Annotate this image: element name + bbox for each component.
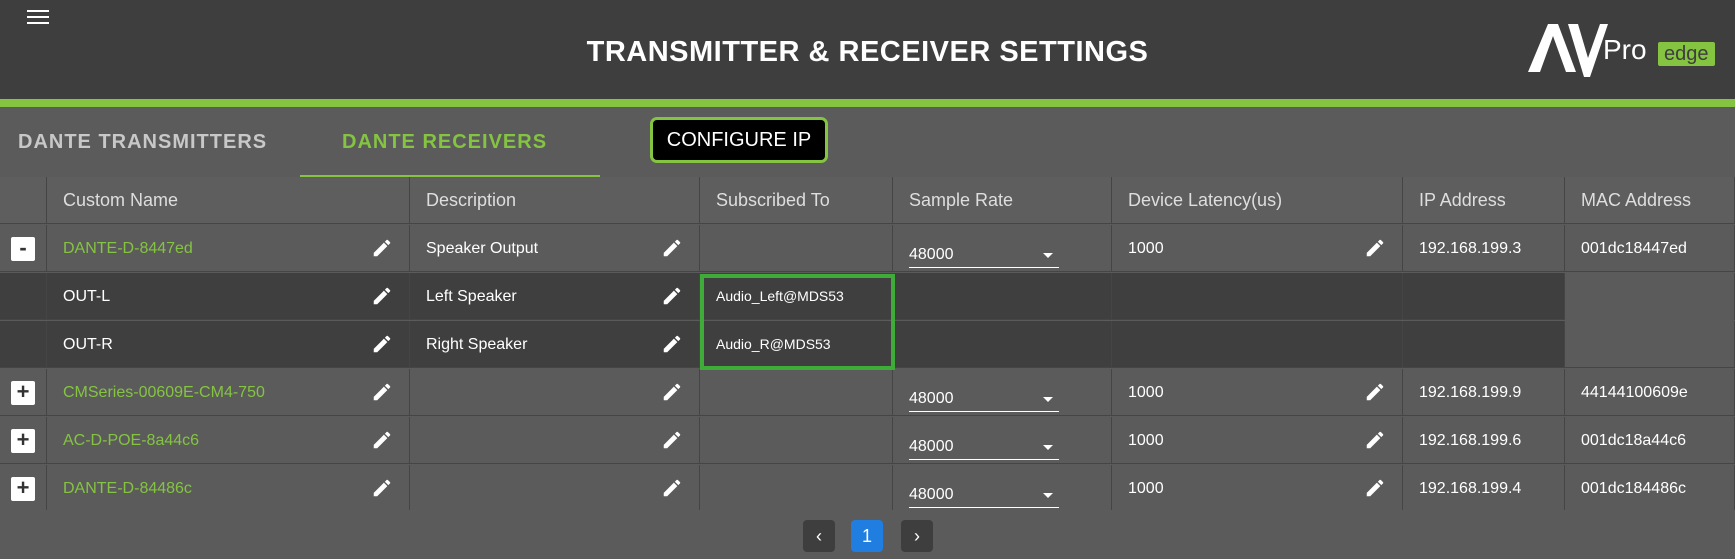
- device-custom-name: AC-D-POE-8a44c6: [63, 432, 200, 449]
- channel-subscribed-to: Audio_R@MDS53: [716, 336, 831, 352]
- collapse-row-button[interactable]: -: [11, 237, 35, 261]
- chevron-down-icon: [1043, 253, 1053, 258]
- tab-dante-receivers[interactable]: DANTE RECEIVERS: [300, 107, 600, 177]
- channel-subscription-cell[interactable]: Audio_R@MDS53: [700, 321, 893, 368]
- chevron-down-icon: [1043, 493, 1053, 498]
- column-header-mac-address: MAC Address: [1565, 177, 1735, 224]
- chevron-down-icon: [1043, 397, 1053, 402]
- device-latency: 1000: [1128, 480, 1164, 497]
- edit-pencil-icon[interactable]: [1364, 237, 1386, 259]
- page-1-button[interactable]: 1: [851, 520, 883, 552]
- column-header-description: Description: [410, 177, 700, 224]
- device-latency: 1000: [1128, 432, 1164, 449]
- table-row: + AC-D-POE-8a44c6 48000 1000 192.168.199…: [0, 417, 1735, 465]
- edit-pencil-icon[interactable]: [371, 477, 393, 499]
- expand-row-button[interactable]: +: [11, 429, 35, 453]
- column-header-custom-name: Custom Name: [47, 177, 410, 224]
- edit-pencil-icon[interactable]: [371, 333, 393, 355]
- app-header: TRANSMITTER & RECEIVER SETTINGS Pro edge: [0, 0, 1735, 99]
- sample-rate-select[interactable]: 48000: [909, 435, 1059, 460]
- device-subscribed-to: [700, 417, 893, 464]
- edit-pencil-icon[interactable]: [371, 381, 393, 403]
- edit-pencil-icon[interactable]: [661, 333, 683, 355]
- configure-ip-button[interactable]: CONFIGURE IP: [650, 117, 828, 163]
- next-page-button[interactable]: ›: [901, 520, 933, 552]
- device-subscribed-to: [700, 369, 893, 416]
- device-mac-address: 001dc18447ed: [1581, 240, 1687, 257]
- pagination: ‹ 1 ›: [0, 510, 1735, 559]
- edit-pencil-icon[interactable]: [661, 237, 683, 259]
- edit-pencil-icon[interactable]: [661, 381, 683, 403]
- device-mac-address: 001dc18a44c6: [1581, 432, 1686, 449]
- column-header-sample-rate: Sample Rate: [893, 177, 1112, 224]
- device-description: Speaker Output: [426, 240, 539, 257]
- device-subscribed-to: [700, 225, 893, 272]
- device-mac-address: 44144100609e: [1581, 384, 1688, 401]
- edit-pencil-icon[interactable]: [661, 429, 683, 451]
- device-custom-name: CMSeries-00609E-CM4-750: [63, 384, 265, 401]
- chevron-down-icon: [1043, 445, 1053, 450]
- edit-pencil-icon[interactable]: [1364, 429, 1386, 451]
- edit-pencil-icon[interactable]: [661, 477, 683, 499]
- expand-row-button[interactable]: +: [11, 381, 35, 405]
- sample-rate-select[interactable]: 48000: [909, 387, 1059, 412]
- channel-subscribed-to: Audio_Left@MDS53: [716, 288, 844, 304]
- avpro-edge-logo: Pro edge: [1528, 22, 1718, 84]
- column-header-subscribed-to: Subscribed To: [700, 177, 893, 224]
- sample-rate-select[interactable]: 48000: [909, 243, 1059, 268]
- column-header-ip-address: IP Address: [1403, 177, 1565, 224]
- edit-pencil-icon[interactable]: [371, 285, 393, 307]
- table-row: + CMSeries-00609E-CM4-750 48000 1000 192…: [0, 369, 1735, 417]
- device-ip-address: 192.168.199.6: [1419, 432, 1522, 449]
- device-subscribed-to: [700, 465, 893, 512]
- tab-dante-transmitters[interactable]: DANTE TRANSMITTERS: [18, 107, 267, 177]
- column-header-device-latency: Device Latency(us): [1112, 177, 1403, 224]
- tab-bar: DANTE TRANSMITTERS DANTE RECEIVERS CONFI…: [0, 107, 1735, 177]
- channel-name: OUT-R: [63, 336, 113, 353]
- page-title: TRANSMITTER & RECEIVER SETTINGS: [586, 36, 1149, 68]
- edit-pencil-icon[interactable]: [661, 285, 683, 307]
- channel-row: OUT-L Left Speaker Audio_Left@MDS53: [0, 273, 1735, 321]
- sample-rate-select[interactable]: 48000: [909, 483, 1059, 508]
- channel-name: OUT-L: [63, 288, 111, 305]
- channel-subscription-cell[interactable]: Audio_Left@MDS53: [700, 273, 893, 320]
- header-accent-bar: [0, 99, 1735, 107]
- edit-pencil-icon[interactable]: [1364, 381, 1386, 403]
- channel-row: OUT-R Right Speaker Audio_R@MDS53: [0, 321, 1735, 369]
- prev-page-button[interactable]: ‹: [803, 520, 835, 552]
- edit-pencil-icon[interactable]: [1364, 477, 1386, 499]
- channel-description: Right Speaker: [426, 336, 528, 353]
- device-ip-address: 192.168.199.3: [1419, 240, 1522, 257]
- device-latency: 1000: [1128, 384, 1164, 401]
- channel-description: Left Speaker: [426, 288, 517, 305]
- device-latency: 1000: [1128, 240, 1164, 257]
- device-ip-address: 192.168.199.9: [1419, 384, 1522, 401]
- edit-pencil-icon[interactable]: [371, 429, 393, 451]
- device-custom-name: DANTE-D-84486c: [63, 480, 192, 497]
- hamburger-menu-icon[interactable]: [27, 10, 49, 26]
- table-header-row: Custom Name Description Subscribed To Sa…: [0, 177, 1735, 225]
- table-row: + DANTE-D-84486c 48000 1000 192.168.199.…: [0, 465, 1735, 513]
- device-custom-name: DANTE-D-8447ed: [63, 240, 193, 257]
- edit-pencil-icon[interactable]: [371, 237, 393, 259]
- header-expander-cell: [0, 177, 47, 224]
- device-ip-address: 192.168.199.4: [1419, 480, 1522, 497]
- expand-row-button[interactable]: +: [11, 477, 35, 501]
- table-row: - DANTE-D-8447ed Speaker Output 48000 10…: [0, 225, 1735, 273]
- device-mac-address: 001dc184486c: [1581, 480, 1686, 497]
